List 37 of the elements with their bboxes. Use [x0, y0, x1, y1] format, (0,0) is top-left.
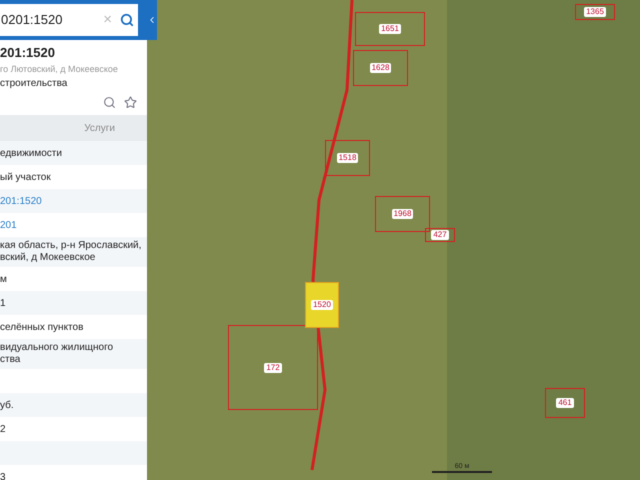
land-parcel[interactable]: 1518 [325, 140, 370, 176]
land-parcel[interactable]: 427 [425, 228, 455, 242]
info-link[interactable]: 201:1520 [0, 194, 42, 208]
info-link[interactable]: 201 [0, 218, 17, 232]
info-text: 1 [0, 296, 6, 310]
parcel-number: 1365 [584, 7, 606, 17]
info-text: ый участок [0, 170, 51, 184]
parcel-number: 1628 [370, 63, 392, 73]
info-text: видуального жилищного ства [0, 342, 114, 366]
object-title: 201:1520 [0, 44, 56, 62]
search-icon [120, 13, 134, 27]
object-address: го Лютовский, д Мокеевское [0, 63, 119, 76]
info-text: 2 [0, 422, 6, 436]
info-text: кая область, р-н Ярославский, вский, д Мокеевское [0, 240, 142, 264]
search-box[interactable]: 0201:1520 × [0, 4, 138, 36]
parcel-number: 1518 [336, 153, 358, 163]
land-parcel[interactable]: 461 [545, 388, 585, 418]
info-text: уб. [0, 398, 14, 412]
info-text: м [0, 272, 7, 286]
zoom-to-object-icon[interactable] [103, 96, 116, 109]
object-purpose: строительства [0, 77, 68, 91]
land-parcel[interactable]: 1520 [305, 282, 339, 328]
search-input[interactable]: 0201:1520 [0, 10, 100, 30]
info-text: селённых пунктов [0, 320, 84, 334]
parcel-number: 172 [264, 362, 282, 372]
favorite-star-icon[interactable] [124, 96, 137, 109]
parcel-number: 1968 [392, 209, 414, 219]
land-parcel[interactable]: 1968 [375, 196, 430, 232]
land-parcel[interactable]: 1628 [353, 50, 408, 86]
info-text: едвижимости [0, 146, 62, 160]
land-parcel[interactable]: 1365 [575, 4, 615, 20]
parcel-number: 427 [431, 230, 449, 240]
parcel-number: 461 [556, 398, 574, 408]
land-parcel[interactable]: 1651 [355, 12, 425, 46]
info-text: 3 [0, 470, 6, 480]
parcel-number: 1520 [311, 300, 333, 310]
parcel-number: 1651 [379, 24, 401, 34]
